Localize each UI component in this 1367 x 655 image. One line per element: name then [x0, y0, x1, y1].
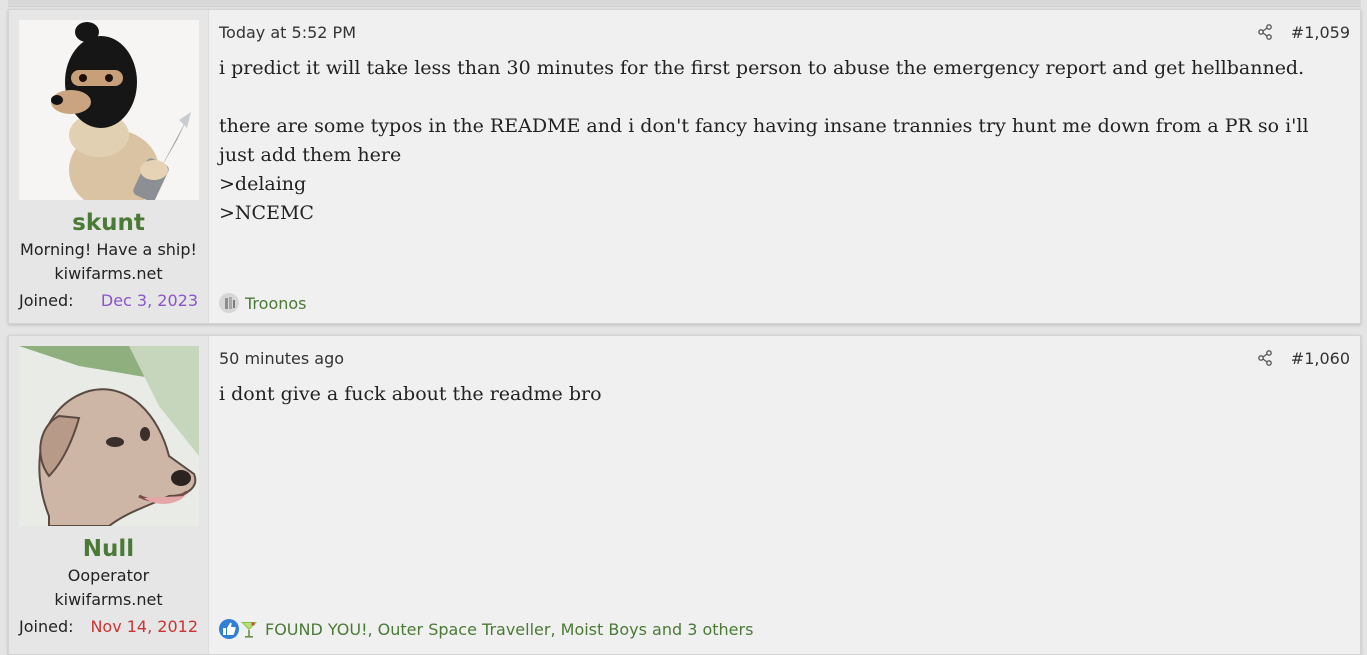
joined-row: Joined: Dec 3, 2023 [19, 291, 198, 311]
share-icon[interactable] [1257, 350, 1273, 366]
username[interactable]: Null [19, 534, 198, 564]
user-site: kiwifarms.net [54, 590, 163, 609]
share-icon[interactable] [1257, 24, 1273, 40]
message-body: i dont give a fuck about the readme bro [219, 380, 1350, 409]
username[interactable]: skunt [19, 208, 198, 238]
message-line: >delaing [219, 173, 307, 195]
cocktail-icon [241, 622, 257, 638]
post-timestamp[interactable]: 50 minutes ago [219, 349, 344, 368]
post-meta: Today at 5:52 PM #1,059 [219, 22, 1350, 42]
post-number[interactable]: #1,060 [1291, 349, 1350, 368]
troon-reaction-icon [219, 293, 239, 313]
user-title: Morning! Have a ship! [20, 240, 197, 259]
post-meta: 50 minutes ago #1,060 [219, 348, 1350, 368]
joined-label: Joined: [19, 291, 74, 310]
user-site: kiwifarms.net [54, 264, 163, 283]
post-number[interactable]: #1,059 [1291, 23, 1350, 42]
message-line: there are some typos in the README and i… [219, 115, 1309, 166]
post-timestamp[interactable]: Today at 5:52 PM [219, 23, 356, 42]
reactions-bar[interactable]: FOUND YOU!, Outer Space Traveller, Moist… [219, 619, 753, 639]
joined-date: Nov 14, 2012 [90, 617, 198, 636]
joined-date: Dec 3, 2023 [100, 291, 198, 310]
joined-row: Joined: Nov 14, 2012 [19, 617, 198, 637]
message-line: i dont give a fuck about the readme bro [219, 383, 602, 405]
reactions-bar[interactable]: Troonos [219, 293, 307, 313]
user-panel: Null Ooperator kiwifarms.net Joined: Nov… [9, 336, 209, 654]
joined-label: Joined: [19, 617, 74, 636]
post-content: Today at 5:52 PM #1,059 i predict it wil… [209, 10, 1360, 323]
avatar[interactable] [19, 346, 199, 526]
reaction-users[interactable]: FOUND YOU!, Outer Space Traveller, Moist… [265, 620, 753, 639]
user-title: Ooperator [67, 566, 150, 585]
previous-post-edge [8, 0, 1361, 7]
message-body: i predict it will take less than 30 minu… [219, 54, 1350, 228]
post-content: 50 minutes ago #1,060 i dont give a fuck… [209, 336, 1360, 654]
avatar[interactable] [19, 20, 199, 200]
message-line: >NCEMC [219, 202, 314, 224]
post: skunt Morning! Have a ship! kiwifarms.ne… [8, 9, 1361, 324]
reaction-users[interactable]: Troonos [245, 294, 307, 313]
like-icon [219, 619, 239, 639]
message-line: i predict it will take less than 30 minu… [219, 57, 1305, 79]
post: Null Ooperator kiwifarms.net Joined: Nov… [8, 335, 1361, 655]
user-panel: skunt Morning! Have a ship! kiwifarms.ne… [9, 10, 209, 323]
